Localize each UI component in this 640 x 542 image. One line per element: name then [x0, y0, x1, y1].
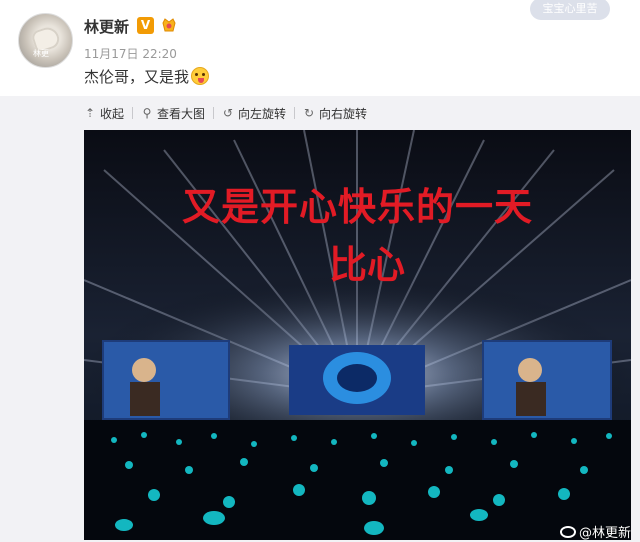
divider — [132, 107, 134, 119]
photo-watermark: @林更新 — [560, 522, 631, 540]
rotate-right-icon: ↻ — [304, 106, 315, 120]
avatar[interactable]: 林更 — [18, 13, 73, 68]
avatar-tag: 林更 — [33, 49, 49, 58]
watermark-text: @林更新 — [579, 526, 631, 540]
rotate-right-label: 向右旋转 — [319, 106, 368, 121]
post-header: 林更 林更新 V 11月17日 22:20 杰伦哥，又是我 宝宝心里苦 — [0, 0, 640, 96]
post-text-content: 杰伦哥，又是我 — [84, 68, 190, 86]
username[interactable]: 林更新 — [84, 16, 129, 37]
view-large-button[interactable]: ⚲ 查看大图 — [141, 105, 205, 122]
divider — [213, 107, 215, 119]
image-toolbar: ⇡ 收起 ⚲ 查看大图 ↺ 向左旋转 ↻ 向右旋转 — [84, 104, 367, 122]
divider — [294, 107, 296, 119]
vip-icon — [162, 18, 176, 32]
collapse-icon: ⇡ — [84, 106, 96, 120]
search-icon: ⚲ — [142, 106, 152, 120]
rotate-left-button[interactable]: ↺ 向左旋转 — [222, 105, 286, 122]
post-photo[interactable]: 又是开心快乐的一天 比心 @林更新 — [84, 130, 631, 540]
post-timestamp[interactable]: 11月17日 22:20 — [84, 45, 177, 62]
post-text: 杰伦哥，又是我 — [84, 66, 210, 87]
collapse-button[interactable]: ⇡ 收起 — [84, 105, 124, 122]
view-large-label: 查看大图 — [157, 106, 206, 121]
sticker-stamp: 宝宝心里苦 — [530, 0, 610, 20]
photo-caption-line1: 又是开心快乐的一天 — [181, 185, 533, 229]
weibo-logo-icon — [560, 526, 576, 538]
rotate-left-icon: ↺ — [223, 106, 234, 120]
rotate-left-label: 向左旋转 — [238, 106, 287, 121]
rotate-right-button[interactable]: ↻ 向右旋转 — [303, 105, 367, 122]
tongue-emoji-icon — [191, 67, 210, 85]
photo-caption-line2: 比心 — [329, 243, 406, 287]
collapse-label: 收起 — [100, 106, 125, 121]
verified-icon: V — [137, 17, 154, 34]
